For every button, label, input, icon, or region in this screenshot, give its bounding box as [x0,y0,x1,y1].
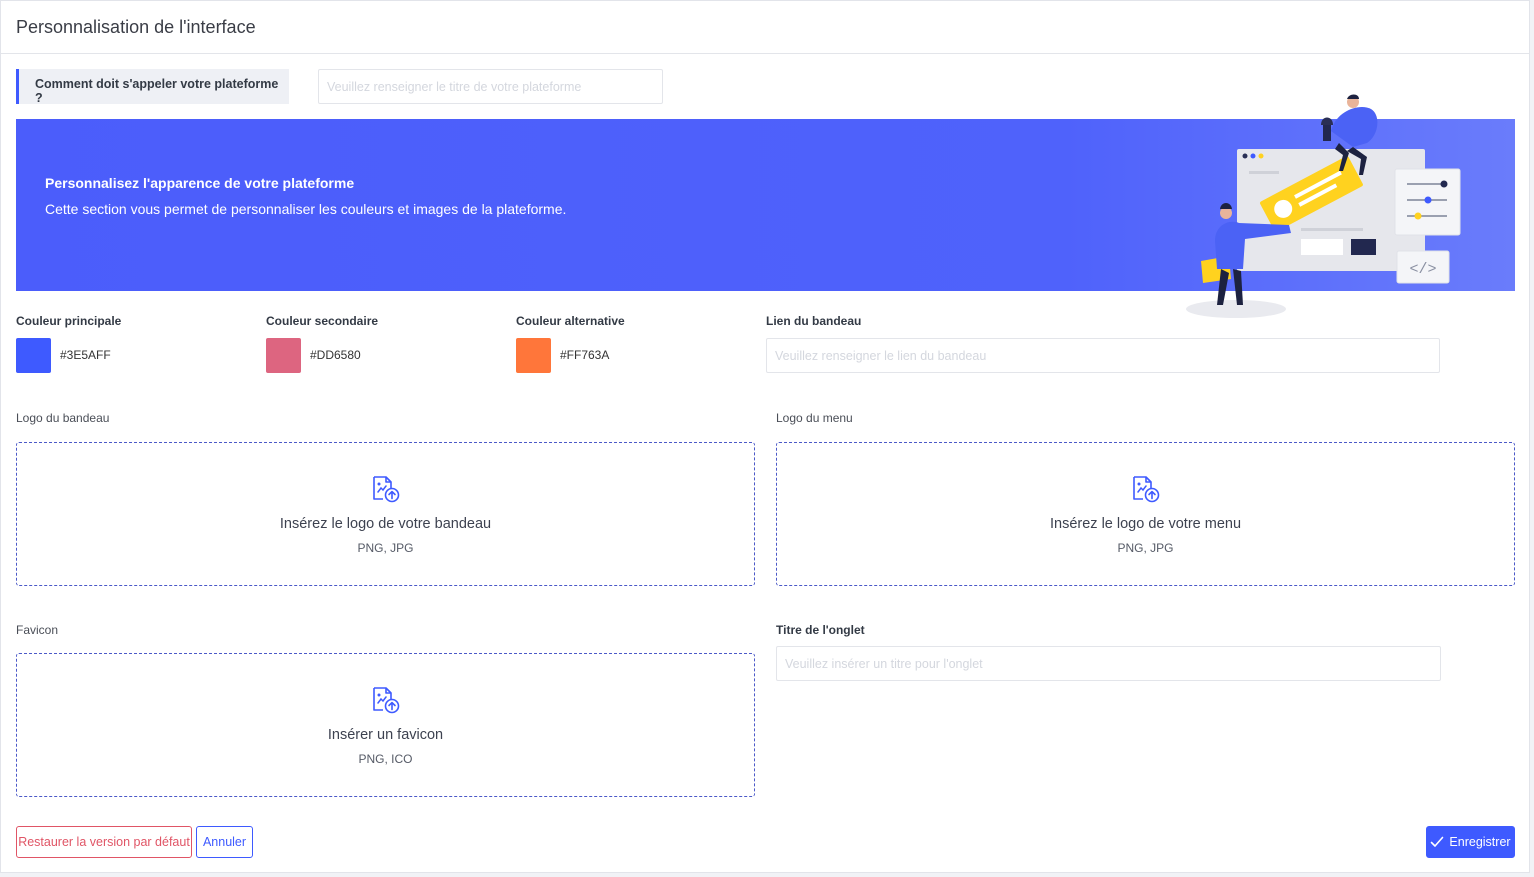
banner-title: Personnalisez l'apparence de votre plate… [45,175,355,191]
image-upload-icon [1132,476,1159,503]
svg-text:</>: </> [1409,261,1436,278]
platform-name-input[interactable] [318,69,663,104]
card-header: Personnalisation de l'interface [1,1,1529,54]
favicon-title: Insérer un favicon [327,727,444,743]
secondary-color-swatch[interactable] [266,338,301,373]
banner-logo-title: Insérez le logo de votre bandeau [279,516,492,532]
secondary-color-label: Couleur secondaire [266,314,379,328]
banner-logo-label: Logo du bandeau [16,411,110,425]
secondary-color-hex[interactable]: #DD6580 [310,348,361,362]
menu-logo-formats: PNG, JPG [1117,541,1174,555]
banner-link-label: Lien du bandeau [766,314,862,328]
save-button-label: Enregistrer [1449,835,1511,849]
banner-logo-formats: PNG, JPG [357,541,414,555]
tab-title-label: Titre de l'onglet [776,623,865,637]
image-upload-icon [372,476,399,503]
page-title: Personnalisation de l'interface [16,17,256,37]
favicon-label: Favicon [16,623,59,637]
menu-logo-dropzone[interactable]: Insérez le logo de votre menu PNG, JPG [776,442,1515,586]
tab-title-input[interactable] [776,646,1441,681]
banner-link-input[interactable] [766,338,1440,373]
favicon-formats: PNG, ICO [358,752,413,766]
save-button[interactable]: Enregistrer [1426,826,1515,858]
banner-description: Cette section vous permet de personnalis… [45,201,567,217]
banner-logo-dropzone[interactable]: Insérez le logo de votre bandeau PNG, JP… [16,442,755,586]
cancel-button[interactable]: Annuler [196,826,253,858]
image-upload-icon [372,687,399,714]
primary-color-swatch[interactable] [16,338,51,373]
favicon-dropzone[interactable]: Insérer un favicon PNG, ICO [16,653,755,797]
alternative-color-hex[interactable]: #FF763A [560,348,609,362]
alternative-color-label: Couleur alternative [516,314,625,328]
primary-color-hex[interactable]: #3E5AFF [60,348,111,362]
check-icon [1431,836,1444,847]
menu-logo-label: Logo du menu [776,411,853,425]
menu-logo-title: Insérez le logo de votre menu [1049,516,1242,532]
alternative-color-swatch[interactable] [516,338,551,373]
customization-card: Personnalisation de l'interface Comment … [0,0,1530,873]
customization-illustration: </> [1186,94,1461,318]
platform-name-label: Comment doit s'appeler votre plateforme … [16,69,289,105]
restore-default-button[interactable]: Restaurer la version par défaut [16,826,192,858]
primary-color-label: Couleur principale [16,314,122,328]
